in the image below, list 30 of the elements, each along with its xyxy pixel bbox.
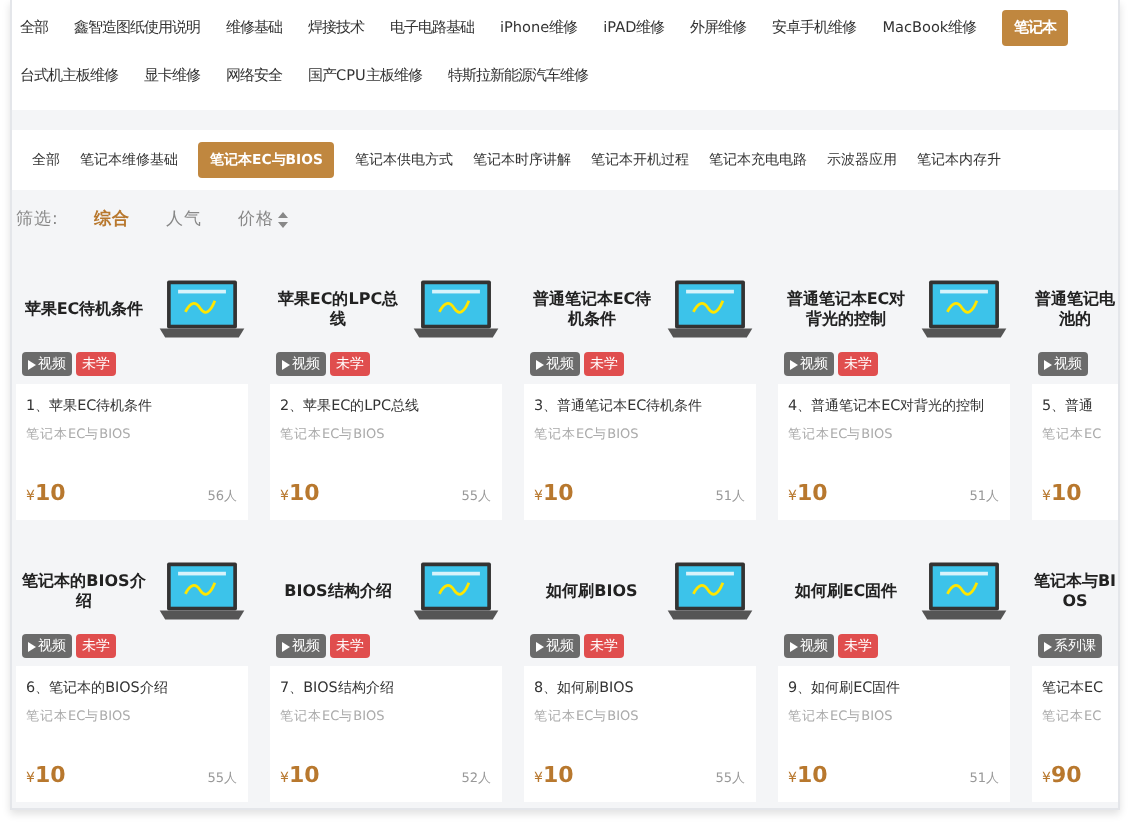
play-icon bbox=[790, 641, 798, 651]
play-icon bbox=[282, 359, 290, 369]
laptop-drawing bbox=[664, 560, 756, 624]
cover-title: 如何刷BIOS bbox=[544, 582, 640, 602]
laptop-drawing bbox=[664, 278, 756, 342]
cover-title: BIOS结构介绍 bbox=[282, 582, 394, 602]
play-icon bbox=[536, 641, 544, 651]
filter-label: 筛选: bbox=[16, 208, 58, 232]
cover-title: 普通笔记电池的 bbox=[1033, 290, 1117, 330]
laptop-drawing bbox=[918, 560, 1010, 624]
laptop-drawing bbox=[156, 560, 248, 624]
play-icon bbox=[536, 359, 544, 369]
cover-title: 笔记本与BIOS bbox=[1032, 572, 1118, 612]
cover-title: 普通笔记本EC对背光的控制 bbox=[784, 290, 908, 330]
play-icon bbox=[28, 359, 36, 369]
play-icon bbox=[790, 359, 798, 369]
cover-title: 如何刷EC固件 bbox=[792, 582, 900, 602]
laptop-drawing bbox=[410, 278, 502, 342]
laptop-drawing bbox=[410, 560, 502, 624]
laptop-drawing bbox=[918, 278, 1010, 342]
play-icon bbox=[282, 641, 290, 651]
laptop-drawing bbox=[156, 278, 248, 342]
cover-title: 笔记本的BIOS介绍 bbox=[22, 572, 146, 612]
play-icon bbox=[1044, 641, 1052, 651]
play-icon bbox=[1044, 359, 1052, 369]
sort-icon bbox=[277, 212, 288, 228]
cover-title: 苹果EC待机条件 bbox=[22, 300, 146, 320]
play-icon bbox=[28, 641, 36, 651]
cover-title: 苹果EC的LPC总线 bbox=[276, 290, 400, 330]
cover-title: 普通笔记本EC待机条件 bbox=[530, 290, 654, 330]
